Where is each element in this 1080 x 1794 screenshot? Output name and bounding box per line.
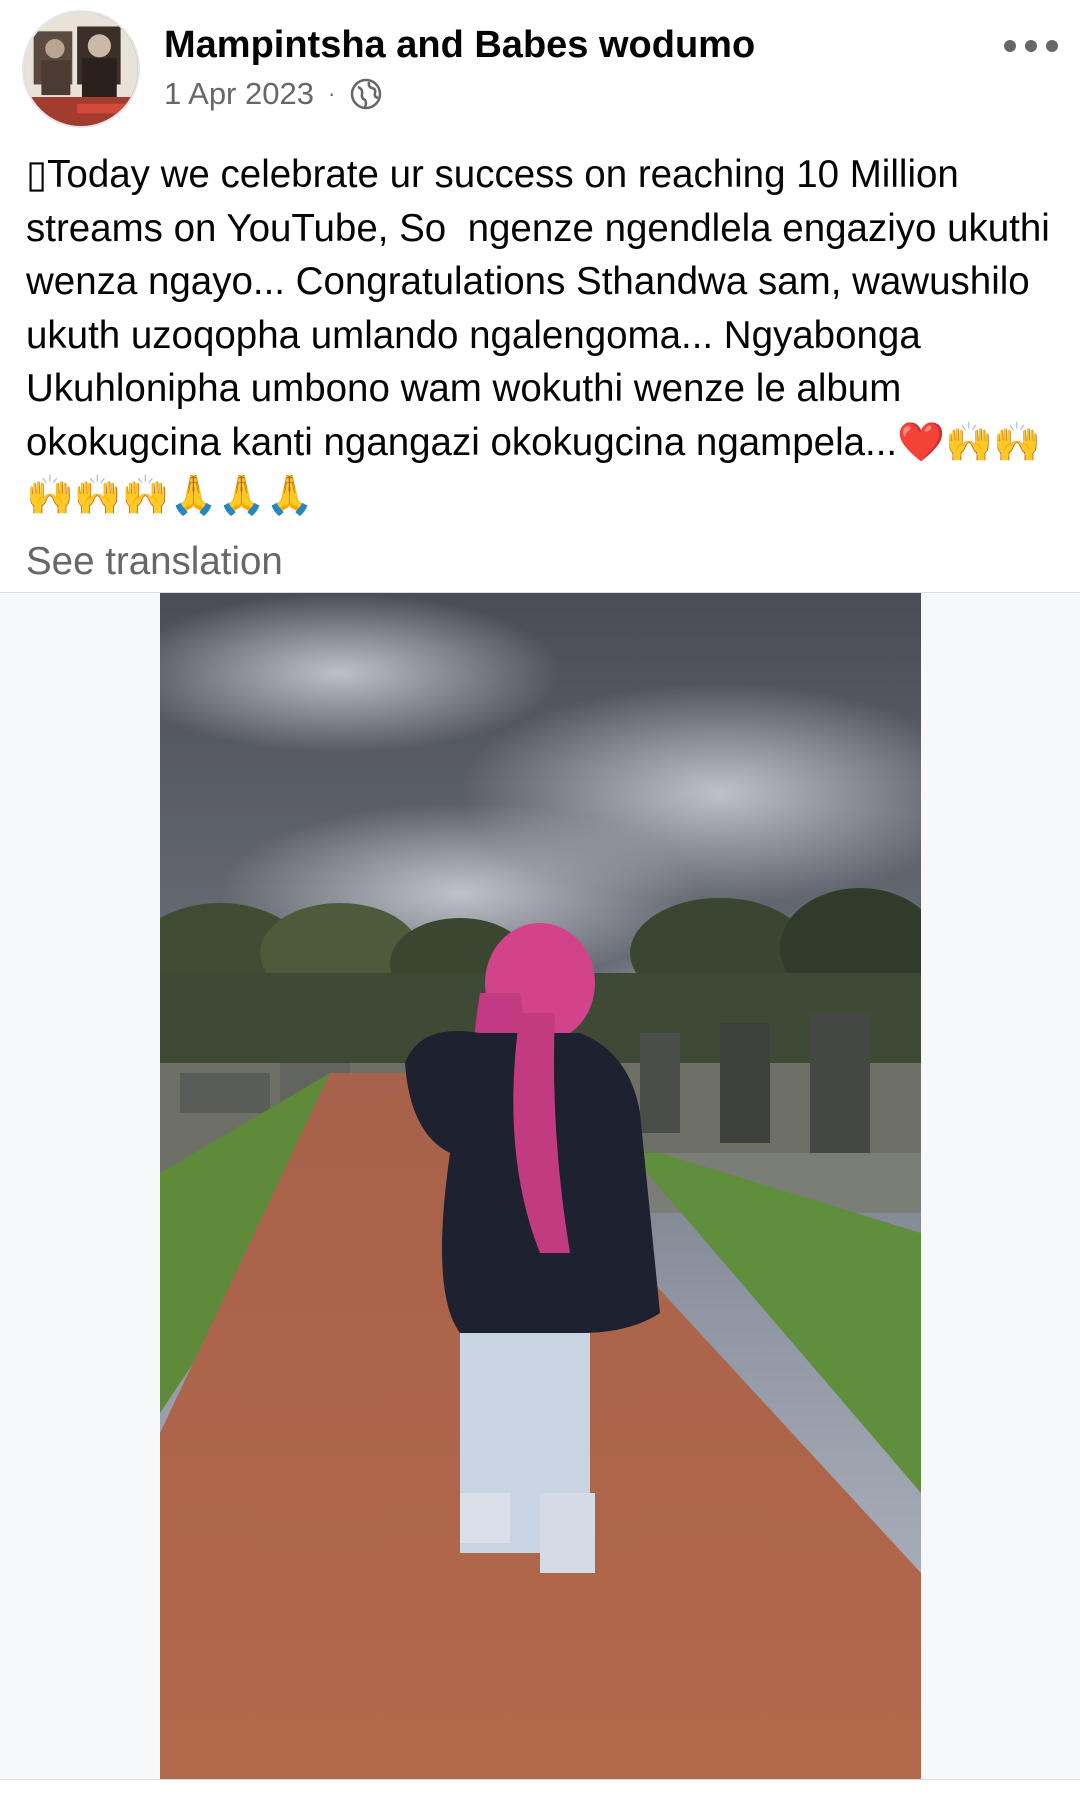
more-dot (1025, 40, 1037, 52)
more-horizontal-icon[interactable] (1004, 28, 1058, 64)
more-dot (1004, 40, 1016, 52)
author-avatar[interactable] (22, 10, 140, 128)
media-container (0, 592, 1080, 1780)
author-name[interactable]: Mampintsha and Babes wodumo (164, 24, 755, 67)
see-translation-link[interactable]: See translation (26, 540, 283, 584)
video-player[interactable] (160, 593, 921, 1779)
post-header: Mampintsha and Babes wodumo 1 Apr 2023 · (0, 0, 1080, 130)
globe-icon (349, 77, 383, 111)
video-frame (160, 593, 921, 1779)
post-meta: 1 Apr 2023 · (164, 76, 383, 112)
avatar-image (24, 12, 138, 126)
post-text: ▯Today we celebrate ur success on reachi… (26, 153, 1061, 517)
post-card: Mampintsha and Babes wodumo 1 Apr 2023 ·… (0, 0, 1080, 1794)
more-dot (1046, 40, 1058, 52)
meta-separator: · (327, 81, 336, 106)
post-date[interactable]: 1 Apr 2023 (164, 76, 314, 112)
